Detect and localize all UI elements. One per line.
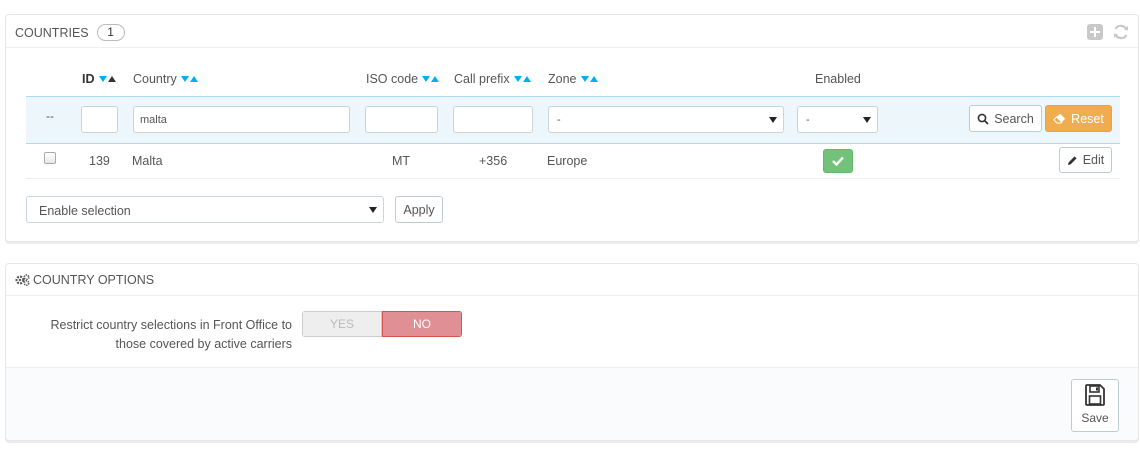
column-header-zone[interactable]: Zone [548, 72, 598, 86]
bulk-action-select[interactable]: Enable selection [26, 196, 384, 223]
pencil-icon [1067, 155, 1077, 165]
column-header-iso[interactable]: ISO code [366, 72, 440, 86]
countries-title-text: COUNTRIES [15, 25, 89, 40]
sort-arrows-icon[interactable] [513, 76, 531, 82]
row-select-checkbox[interactable] [44, 152, 56, 164]
column-header-enabled: Enabled [815, 72, 861, 86]
column-id-label: ID [82, 72, 95, 86]
chevron-down-icon [769, 117, 777, 123]
country-options-header: COUNTRY OPTIONS [6, 264, 1138, 296]
column-header-id[interactable]: ID [82, 72, 116, 86]
sort-arrows-icon[interactable] [422, 76, 440, 82]
zone-filter-value: - [557, 114, 561, 126]
cogs-icon [15, 274, 30, 286]
bulk-filter-placeholder: -- [46, 109, 54, 123]
search-button[interactable]: Search [969, 105, 1042, 132]
country-options-title-text: COUNTRY OPTIONS [33, 273, 155, 287]
reset-button[interactable]: Reset [1045, 105, 1112, 132]
eraser-icon [1053, 113, 1066, 124]
column-header-country[interactable]: Country [133, 72, 198, 86]
plus-square-icon[interactable] [1086, 23, 1104, 41]
country-filter-input[interactable]: malta [133, 106, 350, 133]
chevron-down-icon [369, 207, 377, 213]
search-button-label: Search [994, 111, 1034, 126]
sort-arrows-icon[interactable] [98, 76, 116, 82]
zone-filter-select[interactable]: - [548, 106, 784, 133]
country-options-panel: COUNTRY OPTIONS Restrict country selecti… [5, 263, 1139, 441]
column-prefix-label: Call prefix [454, 72, 510, 86]
column-enabled-label: Enabled [815, 72, 861, 86]
enabled-filter-select[interactable]: - [797, 106, 878, 133]
save-icon [1085, 384, 1105, 406]
countries-count-badge: 1 [96, 24, 125, 41]
edit-button[interactable]: Edit [1059, 147, 1112, 173]
countries-panel-title: COUNTRIES 1 [15, 24, 125, 41]
country-options-title: COUNTRY OPTIONS [15, 273, 154, 287]
iso-filter-input[interactable] [365, 106, 438, 133]
sort-arrows-icon[interactable] [180, 76, 198, 82]
edit-button-label: Edit [1082, 153, 1105, 167]
column-iso-label: ISO code [366, 72, 419, 86]
apply-button-label: Apply [403, 202, 435, 217]
row-prefix: +356 [479, 154, 508, 168]
countries-panel: COUNTRIES 1 ID Country ISO code Call pre… [5, 14, 1139, 242]
id-filter-input[interactable] [81, 106, 118, 133]
countries-panel-header: COUNTRIES 1 [6, 15, 1138, 48]
enabled-check-icon[interactable] [823, 149, 853, 173]
row-id: 139 [89, 154, 110, 168]
row-country: Malta [132, 154, 163, 168]
filter-row: -- malta - - Search Reset [26, 96, 1120, 144]
column-country-label: Country [133, 72, 177, 86]
row-iso: MT [392, 154, 411, 168]
column-header-prefix[interactable]: Call prefix [454, 72, 531, 86]
reset-button-label: Reset [1071, 111, 1104, 126]
switch-no-option[interactable]: NO [382, 311, 462, 337]
switch-yes-option[interactable]: YES [302, 311, 382, 337]
row-zone: Europe [547, 154, 588, 168]
enabled-filter-value: - [806, 114, 810, 126]
apply-button[interactable]: Apply [395, 196, 443, 223]
restrict-countries-label: Restrict country selections in Front Off… [50, 318, 292, 351]
chevron-down-icon [863, 117, 871, 123]
table-row[interactable]: 139 Malta MT +356 Europe Edit [26, 144, 1120, 179]
prefix-filter-input[interactable] [453, 106, 533, 133]
save-button-label: Save [1081, 411, 1109, 425]
refresh-icon[interactable] [1112, 23, 1130, 41]
save-button[interactable]: Save [1071, 379, 1119, 432]
country-options-footer: Save [6, 367, 1138, 440]
bulk-action-value: Enable selection [39, 204, 131, 218]
column-zone-label: Zone [548, 72, 577, 86]
restrict-countries-switch[interactable]: YES NO [302, 311, 462, 337]
search-icon [977, 113, 989, 125]
sort-arrows-icon[interactable] [580, 76, 598, 82]
